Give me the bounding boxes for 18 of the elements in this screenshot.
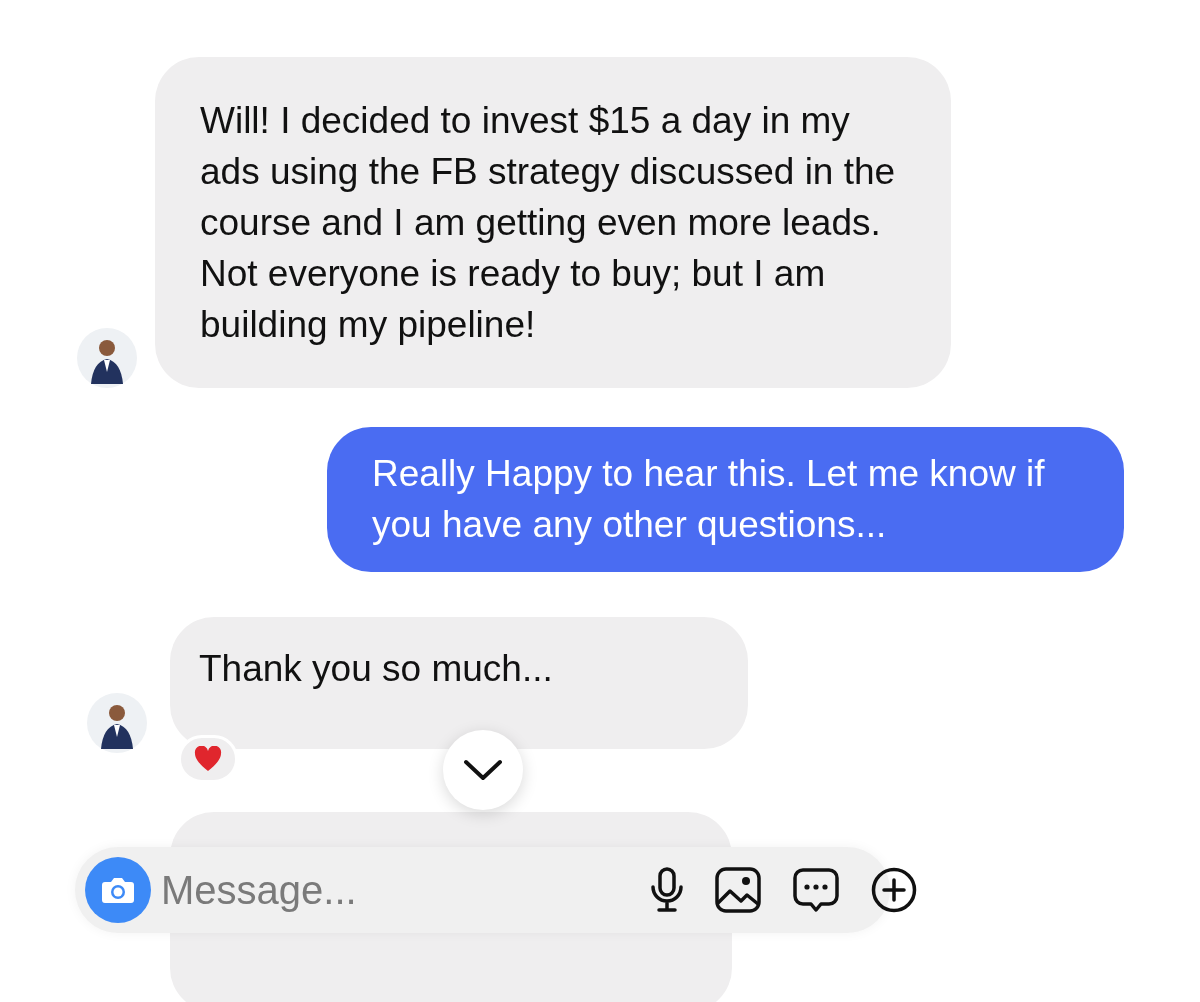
avatar[interactable] [87, 693, 147, 753]
microphone-icon [649, 867, 685, 913]
message-input[interactable]: Message... [161, 860, 561, 920]
chevron-down-icon [463, 759, 503, 781]
image-icon [715, 867, 761, 913]
microphone-button[interactable] [649, 867, 685, 913]
chat-bubble-button[interactable] [793, 867, 839, 913]
camera-button[interactable] [85, 857, 151, 923]
message-text: Thank you so much... [199, 648, 553, 689]
camera-icon [101, 876, 135, 904]
message-text: Will! I decided to invest $15 a day in my ads using the FB strategy discussed in the course and I am getting even more leads. Not everyone is ready to buy; but I am building my pipeline! [200, 100, 896, 345]
chat-bubble-icon [793, 867, 839, 913]
message-text: Really Happy to hear this. Let me know if you have any other questions... [372, 453, 1045, 545]
image-button[interactable] [715, 867, 761, 913]
avatar[interactable] [77, 328, 137, 388]
plus-circle-button[interactable] [871, 867, 917, 913]
heart-icon [194, 746, 222, 772]
plus-circle-icon [871, 867, 917, 913]
